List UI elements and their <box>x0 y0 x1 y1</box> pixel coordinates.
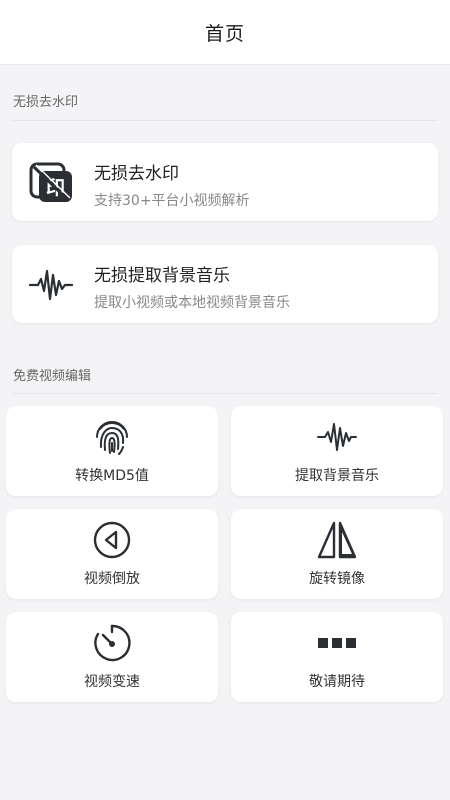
coming-soon-tile[interactable]: 敬请期待 <box>231 612 443 702</box>
extract-music-card[interactable]: 无损提取背景音乐 提取小视频或本地视频背景音乐 <box>12 245 438 323</box>
section-label-video-edit: 免费视频编辑 <box>13 369 92 384</box>
soundwave-icon <box>231 417 443 457</box>
top-bar: 首页 <box>0 0 450 65</box>
card-subtitle: 提取小视频或本地视频背景音乐 <box>94 295 290 311</box>
tile-label: 敬请期待 <box>309 674 365 690</box>
card-title: 无损去水印 <box>94 164 179 184</box>
section-label-watermark: 无损去水印 <box>13 95 79 110</box>
fingerprint-icon <box>6 417 218 457</box>
section-divider <box>13 393 438 394</box>
rotate-mirror-tile[interactable]: 旋转镜像 <box>231 509 443 599</box>
mirror-flip-icon <box>231 520 443 560</box>
tile-label: 视频倒放 <box>84 571 140 587</box>
video-speed-tile[interactable]: 视频变速 <box>6 612 218 702</box>
card-subtitle: 支持30+平台小视频解析 <box>94 193 250 209</box>
card-title: 无损提取背景音乐 <box>94 266 230 286</box>
rewind-play-icon <box>6 520 218 560</box>
soundwave-icon <box>28 262 74 308</box>
tile-label: 视频变速 <box>84 674 140 690</box>
more-dots-icon <box>231 623 443 663</box>
section-divider <box>13 120 438 121</box>
tile-label: 旋转镜像 <box>309 571 365 587</box>
page-title: 首页 <box>204 22 245 45</box>
stopwatch-icon <box>6 623 218 663</box>
watermark-removal-card[interactable]: 印 无损去水印 支持30+平台小视频解析 <box>12 143 438 221</box>
tile-label: 提取背景音乐 <box>295 468 379 484</box>
extract-music-tile[interactable]: 提取背景音乐 <box>231 406 443 496</box>
md5-convert-tile[interactable]: 转换MD5值 <box>6 406 218 496</box>
tile-label: 转换MD5值 <box>75 468 149 484</box>
video-reverse-tile[interactable]: 视频倒放 <box>6 509 218 599</box>
watermark-removal-icon: 印 <box>28 160 74 206</box>
